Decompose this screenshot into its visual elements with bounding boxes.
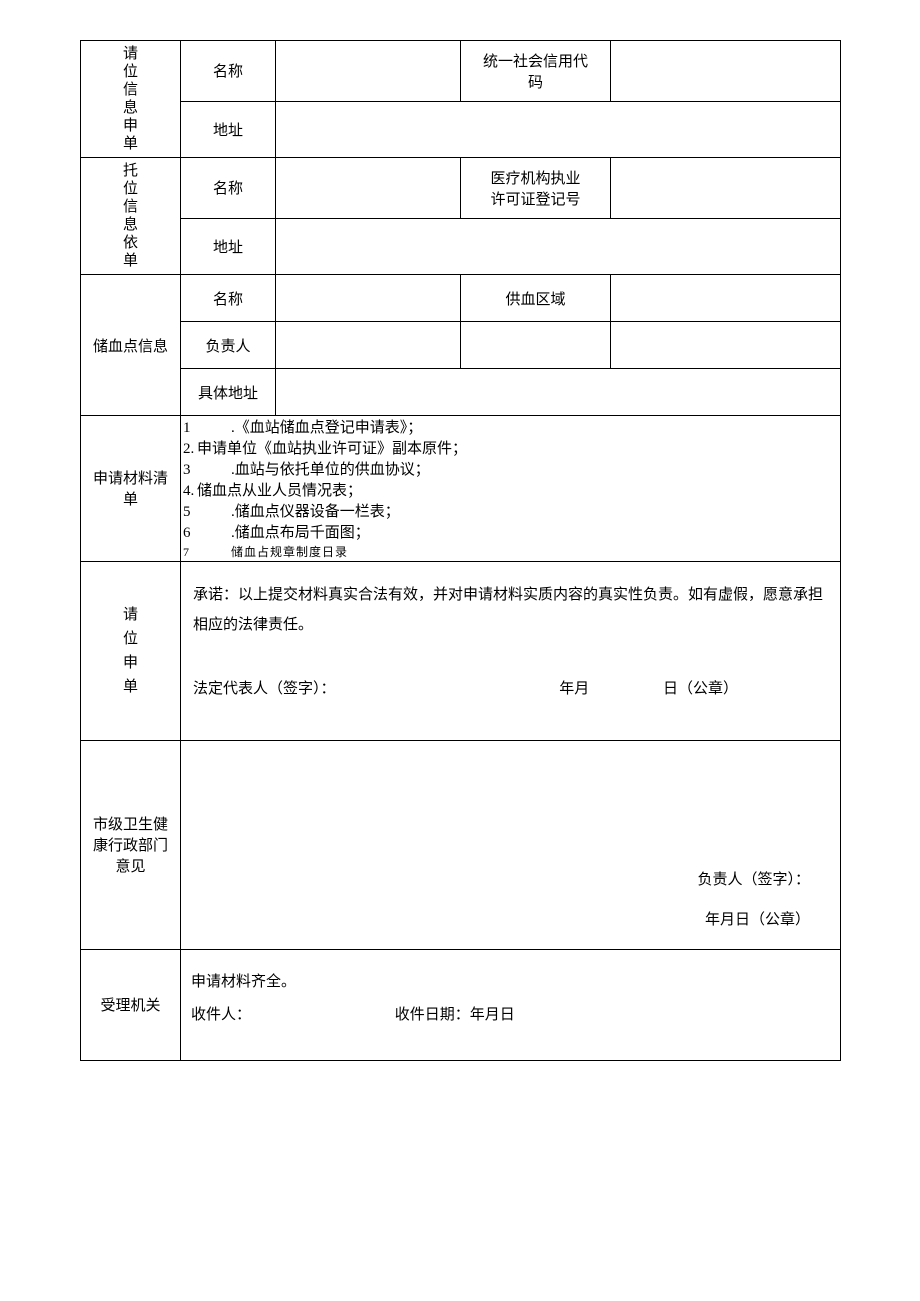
promise-text: 承诺：以上提交材料真实合法有效，并对申请材料实质内容的真实性负责。如有虚假，愿意… <box>193 580 828 640</box>
storage-addr-value[interactable] <box>276 369 841 416</box>
trustee-header: 托 位 信 息 依 单 <box>81 158 181 275</box>
materials-list: 1.《血站储血点登记申请表》； 2.申请单位《血站执业许可证》副本原件； 3.血… <box>181 416 841 562</box>
applicant-addr-value[interactable] <box>276 101 841 157</box>
applicant-code-label: 统一社会信用代 码 <box>461 41 611 102</box>
storage-header: 储血点信息 <box>81 275 181 416</box>
trustee-permit-value[interactable] <box>611 158 841 219</box>
storage-blank1[interactable] <box>461 322 611 369</box>
storage-name-value[interactable] <box>276 275 461 322</box>
trustee-addr-value[interactable] <box>276 218 841 274</box>
city-header: 市级卫生健 康行政部门 意见 <box>81 740 181 949</box>
storage-blank2[interactable] <box>611 322 841 369</box>
city-leader-sign: 负责人（签字）： <box>697 868 810 889</box>
accepting-authority-header: 受理机关 <box>81 949 181 1060</box>
storage-leader-value[interactable] <box>276 322 461 369</box>
city-opinion-cell[interactable]: 负责人（签字）： 年月日（公章） <box>181 740 841 949</box>
applicant-header: 请 位 信 息 申 单 <box>81 41 181 158</box>
promise-day-seal: 日（公章） <box>663 674 738 704</box>
receiver-label: 收件人： <box>191 1007 251 1023</box>
promise-cell: 承诺：以上提交材料真实合法有效，并对申请材料实质内容的真实性负责。如有虚假，愿意… <box>181 561 841 740</box>
promise-header: 请 位 申 单 <box>81 561 181 740</box>
promise-yearmonth: 年月 <box>559 674 589 704</box>
applicant-name-value[interactable] <box>276 41 461 102</box>
form-table: 请 位 信 息 申 单 名称 统一社会信用代 码 地址 托 位 信 息 依 单 … <box>80 40 841 1061</box>
materials-complete: 申请材料齐全。 <box>191 966 830 999</box>
city-date-seal: 年月日（公章） <box>705 908 810 929</box>
trustee-permit-label: 医疗机构执业 许可证登记号 <box>461 158 611 219</box>
storage-leader-label: 负责人 <box>181 322 276 369</box>
materials-header: 申请材料清 单 <box>81 416 181 562</box>
applicant-code-value[interactable] <box>611 41 841 102</box>
receive-date: 收件日期：年月日 <box>395 999 515 1032</box>
trustee-name-value[interactable] <box>276 158 461 219</box>
storage-area-value[interactable] <box>611 275 841 322</box>
storage-area-label: 供血区域 <box>461 275 611 322</box>
trustee-addr-label: 地址 <box>181 218 276 274</box>
storage-name-label: 名称 <box>181 275 276 322</box>
applicant-addr-label: 地址 <box>181 101 276 157</box>
applicant-name-label: 名称 <box>181 41 276 102</box>
accepting-cell: 申请材料齐全。 收件人： 收件日期：年月日 <box>181 949 841 1060</box>
legal-rep-sign-label: 法定代表人（签字）： <box>193 674 336 704</box>
storage-addr-label: 具体地址 <box>181 369 276 416</box>
trustee-name-label: 名称 <box>181 158 276 219</box>
